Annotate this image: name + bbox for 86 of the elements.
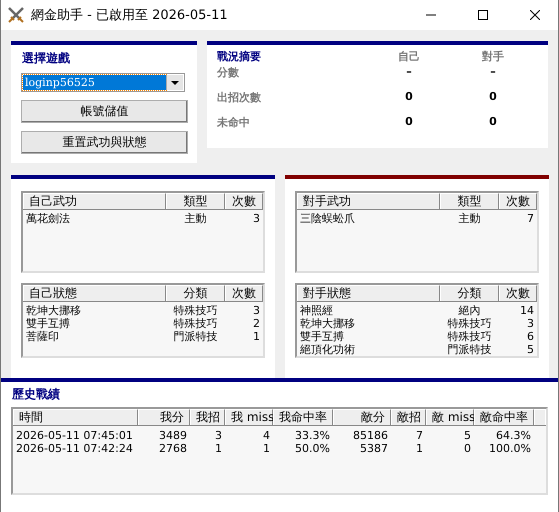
column-header[interactable]: 敵分 xyxy=(333,409,391,425)
section-heading: 歷史戰績 xyxy=(12,386,61,403)
column-header[interactable]: 敵命中率 xyxy=(474,409,534,425)
column-header[interactable]: 次數 xyxy=(499,193,537,209)
table-cell-text: 1 xyxy=(214,442,223,455)
table-cell-text: 4 xyxy=(262,429,271,442)
column-header[interactable]: 分類 xyxy=(440,285,499,301)
column-header[interactable]: 自己武功 xyxy=(23,193,166,209)
table-cell-text: 雙手互搏 xyxy=(25,317,71,330)
table-cell-text: 特殊技巧 xyxy=(446,317,492,330)
column-header[interactable]: 次數 xyxy=(225,193,263,209)
column-header[interactable]: 對手狀態 xyxy=(297,285,440,301)
table-cell-text: 菩薩印 xyxy=(25,330,60,343)
table-cell-text: 0 xyxy=(463,442,472,455)
table-cell-text: 5 xyxy=(463,429,472,442)
column-header[interactable]: 我命中率 xyxy=(273,409,333,425)
column-header[interactable]: 自己狀態 xyxy=(23,285,166,301)
table-cell-text: 14 xyxy=(519,304,535,317)
stat-value: – xyxy=(489,65,497,80)
column-header[interactable]: 我招 xyxy=(190,409,225,425)
table-cell-text: 100.0% xyxy=(488,442,532,455)
table-cell-text: 2026-05-11 07:42:24 xyxy=(15,442,134,455)
column-header[interactable]: 次數 xyxy=(499,285,537,301)
window-title: 網金助手 - 已啟用至 2026-05-11 xyxy=(31,7,229,24)
crossed-swords-icon xyxy=(7,6,25,24)
row-label: 未命中 xyxy=(217,115,251,131)
action-button[interactable]: 重置武功與狀態 xyxy=(21,131,188,154)
table-cell-text: 萬花劍法 xyxy=(25,212,71,225)
table-cell-text: 1 xyxy=(252,330,261,343)
table-cell-text: 3 xyxy=(252,212,261,225)
table-cell-text: 2768 xyxy=(158,442,188,455)
table-cell-text: 3 xyxy=(214,429,223,442)
table-cell-text: 特殊技巧 xyxy=(446,330,492,343)
column-header[interactable]: 敵招 xyxy=(391,409,426,425)
column-label: 對手 xyxy=(481,49,505,65)
table-cell-text: 主動 xyxy=(184,212,208,225)
table-cell-text: 2 xyxy=(252,317,261,330)
table-cell-text: 3 xyxy=(252,304,261,317)
table-cell-text: 特殊技巧 xyxy=(172,317,218,330)
table-cell-text: 神照經 xyxy=(299,304,334,317)
table-cell-text: 三陰蜈蚣爪 xyxy=(299,212,356,225)
table-cell-text: 5 xyxy=(526,343,535,356)
column-header[interactable]: 類型 xyxy=(166,193,225,209)
column-header[interactable]: 時間 xyxy=(13,409,138,425)
table-cell-text: 85186 xyxy=(352,429,389,442)
table-cell-text: 門派特技 xyxy=(172,330,218,343)
table-cell-text: 6 xyxy=(526,330,535,343)
table-cell-text: 雙手互搏 xyxy=(299,330,345,343)
table-cell-text: 3489 xyxy=(158,429,188,442)
table-cell-text: 2026-05-11 07:45:01 xyxy=(15,429,134,442)
column-header[interactable]: 分類 xyxy=(166,285,225,301)
table-cell-text: 主動 xyxy=(458,212,482,225)
table-cell-text: 64.3% xyxy=(495,429,532,442)
stat-value: 0 xyxy=(488,90,498,105)
stat-value: – xyxy=(405,65,413,80)
column-header[interactable]: 我分 xyxy=(138,409,190,425)
table-cell-text: 33.3% xyxy=(294,429,331,442)
column-label: 自己 xyxy=(397,49,421,65)
action-button[interactable]: 帳號儲值 xyxy=(21,100,188,123)
table-cell-text: 1 xyxy=(262,442,271,455)
caret-icon[interactable] xyxy=(166,75,183,90)
stat-value: 0 xyxy=(404,90,414,105)
section-heading: 選擇遊戲 xyxy=(22,50,71,67)
column-header[interactable]: 敵 miss xyxy=(426,409,474,425)
table-cell-text: 5387 xyxy=(359,442,389,455)
table-cell-text: 7 xyxy=(415,429,424,442)
table-cell-text: 7 xyxy=(526,212,535,225)
stat-value: 0 xyxy=(404,115,414,130)
column-header[interactable]: 對手武功 xyxy=(297,193,440,209)
column-header[interactable]: 類型 xyxy=(440,193,499,209)
table-cell-text: 1 xyxy=(415,442,424,455)
table-cell-text: 絕內 xyxy=(458,304,482,317)
table-cell-text: 乾坤大挪移 xyxy=(25,304,82,317)
table-cell-text: 乾坤大挪移 xyxy=(299,317,356,330)
stat-value: 0 xyxy=(488,115,498,130)
account-dropdown[interactable]: loginp56525 xyxy=(21,73,185,92)
column-header[interactable]: 次數 xyxy=(225,285,263,301)
table-cell-text: 3 xyxy=(526,317,535,330)
column-header[interactable]: 我 miss xyxy=(225,409,273,425)
table-cell-text: 門派特技 xyxy=(446,343,492,356)
row-label: 分數 xyxy=(217,65,240,81)
section-heading: 戰況摘要 xyxy=(217,49,262,65)
table-cell-text: 絕頂化功術 xyxy=(299,343,356,356)
table-cell-text: 50.0% xyxy=(294,442,331,455)
table-cell-text: 特殊技巧 xyxy=(172,304,218,317)
row-label: 出招次數 xyxy=(217,90,262,106)
